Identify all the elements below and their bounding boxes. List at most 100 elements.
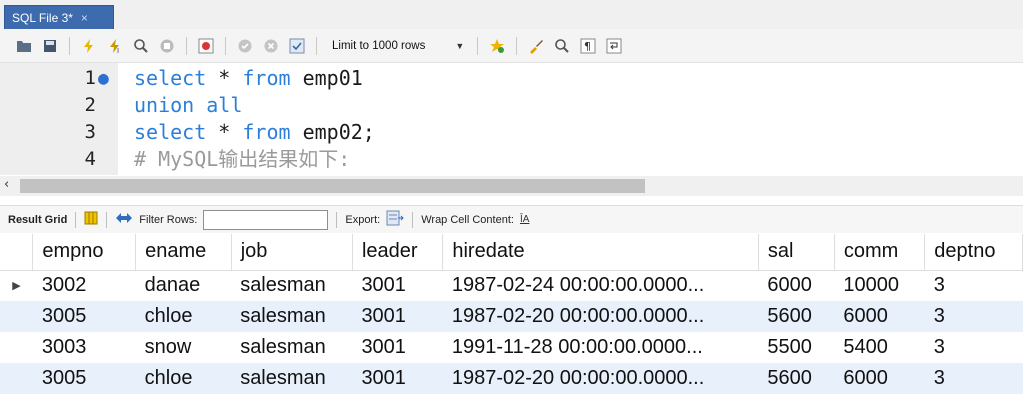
export-label: Export: [345, 213, 381, 226]
toolbar-separator [336, 211, 338, 228]
find-icon[interactable] [552, 36, 572, 56]
code-line[interactable]: 2 union all [0, 92, 1023, 119]
sql-keyword: from [242, 120, 291, 144]
cell-hiredate[interactable]: 1987-02-24 00:00:00.0000... [443, 270, 758, 301]
save-icon[interactable] [40, 36, 60, 56]
sql-text: emp02; [290, 120, 375, 144]
chevron-down-icon: ▼ [455, 40, 465, 51]
sql-text: * [206, 66, 243, 90]
cell-ename[interactable]: snow [136, 332, 232, 363]
cell-deptno[interactable]: 3 [924, 363, 1023, 394]
toolbar-separator [186, 36, 187, 55]
beautify-icon[interactable] [487, 36, 507, 56]
cell-ename[interactable]: chloe [135, 363, 232, 394]
current-statement-marker-icon: ● [98, 68, 109, 89]
cell-sal[interactable]: 5600 [758, 301, 835, 332]
toolbar-separator [516, 36, 518, 55]
cell-comm[interactable]: 10000 [834, 270, 924, 301]
table-row[interactable]: 3005 chloe salesman 3001 1987-02-20 00:00:00… [0, 301, 1023, 332]
result-toolbar: Result Grid Filter Rows: Export: Wrap Ce… [0, 205, 1023, 233]
code-line[interactable]: 4 # MySQL输出结果如下: [0, 146, 1023, 173]
cell-deptno[interactable]: 3 [924, 301, 1023, 332]
cell-empno[interactable]: 3005 [32, 363, 136, 394]
code-line[interactable]: 1 ● select * from emp01 [0, 65, 1023, 92]
sql-keyword: select [134, 66, 207, 90]
column-header-deptno[interactable]: deptno [924, 234, 1023, 271]
autocommit-icon[interactable] [287, 36, 307, 56]
sql-editor[interactable]: 1 ● select * from emp01 2 union all 3 select *… [0, 63, 1023, 175]
execute-current-icon[interactable]: I [105, 36, 125, 56]
cell-ename[interactable]: danae [136, 270, 232, 301]
wrap-cell-label: Wrap Cell Content: [421, 213, 514, 226]
commit-icon[interactable] [235, 36, 255, 56]
table-row[interactable]: 3005 chloe salesman 3001 1987-02-20 00:00:00… [0, 363, 1023, 394]
cell-leader[interactable]: 3001 [352, 363, 443, 394]
stop-icon[interactable] [157, 36, 177, 56]
wrap-icon[interactable] [604, 36, 624, 56]
line-number: 1 [84, 67, 96, 89]
result-grid-label[interactable]: Result Grid [8, 214, 67, 226]
column-header-leader[interactable]: leader [352, 234, 444, 271]
table-row[interactable]: ▶ 3002 danae salesman 3001 1987-02-24 00:00:0… [0, 270, 1023, 301]
tab-sql-file[interactable]: SQL File 3* × [4, 5, 114, 29]
cell-leader[interactable]: 3001 [352, 301, 443, 332]
execute-icon[interactable] [79, 36, 99, 56]
cell-deptno[interactable]: 3 [925, 270, 1023, 301]
column-header-job[interactable]: job [231, 234, 353, 271]
horizontal-scrollbar[interactable]: ‹ [0, 176, 1023, 196]
line-number: 4 [84, 148, 96, 170]
result-grid: empno ename job leader hiredate sal comm deptno… [0, 234, 1023, 394]
toggle-continue-icon[interactable] [196, 36, 216, 56]
cell-sal[interactable]: 5500 [758, 332, 834, 363]
scroll-left-icon[interactable]: ‹ [4, 177, 9, 192]
export-icon[interactable] [386, 210, 404, 229]
wrap-cell-icon[interactable]: ĪA [520, 214, 529, 225]
scrollbar-thumb[interactable] [20, 179, 645, 193]
cell-job[interactable]: salesman [231, 332, 352, 363]
cell-sal[interactable]: 6000 [758, 270, 834, 301]
cell-job[interactable]: salesman [231, 270, 352, 301]
table-row[interactable]: 3003 snow salesman 3001 1991-11-28 00:00:00.… [0, 332, 1023, 363]
cell-leader[interactable]: 3001 [352, 332, 442, 363]
cell-empno[interactable]: 3003 [33, 332, 136, 363]
column-header-hiredate[interactable]: hiredate [442, 234, 759, 271]
cell-ename[interactable]: chloe [135, 301, 232, 332]
column-header-ename[interactable]: ename [135, 234, 232, 271]
cell-empno[interactable]: 3002 [33, 270, 136, 301]
cell-hiredate[interactable]: 1987-02-20 00:00:00.0000... [442, 363, 759, 394]
cell-deptno[interactable]: 3 [925, 332, 1023, 363]
column-header-sal[interactable]: sal [758, 234, 835, 271]
cell-job[interactable]: salesman [231, 363, 353, 394]
column-header-comm[interactable]: comm [834, 234, 926, 271]
tab-label: SQL File 3* [12, 10, 73, 25]
cell-comm[interactable]: 6000 [834, 363, 925, 394]
close-icon[interactable]: × [81, 11, 88, 25]
cell-comm[interactable]: 5400 [834, 332, 924, 363]
cell-job[interactable]: salesman [231, 301, 353, 332]
row-selector[interactable]: ▶ [0, 270, 33, 301]
cell-leader[interactable]: 3001 [352, 270, 442, 301]
brush-icon[interactable] [526, 36, 546, 56]
explain-icon[interactable] [131, 36, 151, 56]
rollback-icon[interactable] [261, 36, 281, 56]
grid-view-icon[interactable] [84, 211, 98, 228]
cell-hiredate[interactable]: 1987-02-20 00:00:00.0000... [442, 301, 759, 332]
invisible-chars-icon[interactable]: ¶ [578, 36, 598, 56]
cell-hiredate[interactable]: 1991-11-28 00:00:00.0000... [443, 332, 758, 363]
code-text: select * from emp01 [134, 65, 363, 92]
cell-comm[interactable]: 6000 [834, 301, 925, 332]
cell-empno[interactable]: 3005 [32, 301, 136, 332]
filter-rows-input[interactable] [203, 209, 329, 230]
row-selector[interactable] [0, 301, 33, 332]
code-line[interactable]: 3 select * from emp02; [0, 119, 1023, 146]
cell-sal[interactable]: 5600 [758, 363, 835, 394]
code-text: # MySQL输出结果如下: [134, 146, 350, 173]
limit-rows-select[interactable]: Limit to 1000 rows ▼ [326, 36, 468, 56]
column-header-empno[interactable]: empno [32, 234, 137, 271]
open-folder-icon[interactable] [14, 36, 34, 56]
row-selector[interactable] [0, 332, 33, 363]
sql-text: * [206, 120, 243, 144]
line-number: 2 [84, 94, 96, 116]
toolbar-separator [69, 36, 70, 55]
row-selector[interactable] [0, 363, 33, 394]
